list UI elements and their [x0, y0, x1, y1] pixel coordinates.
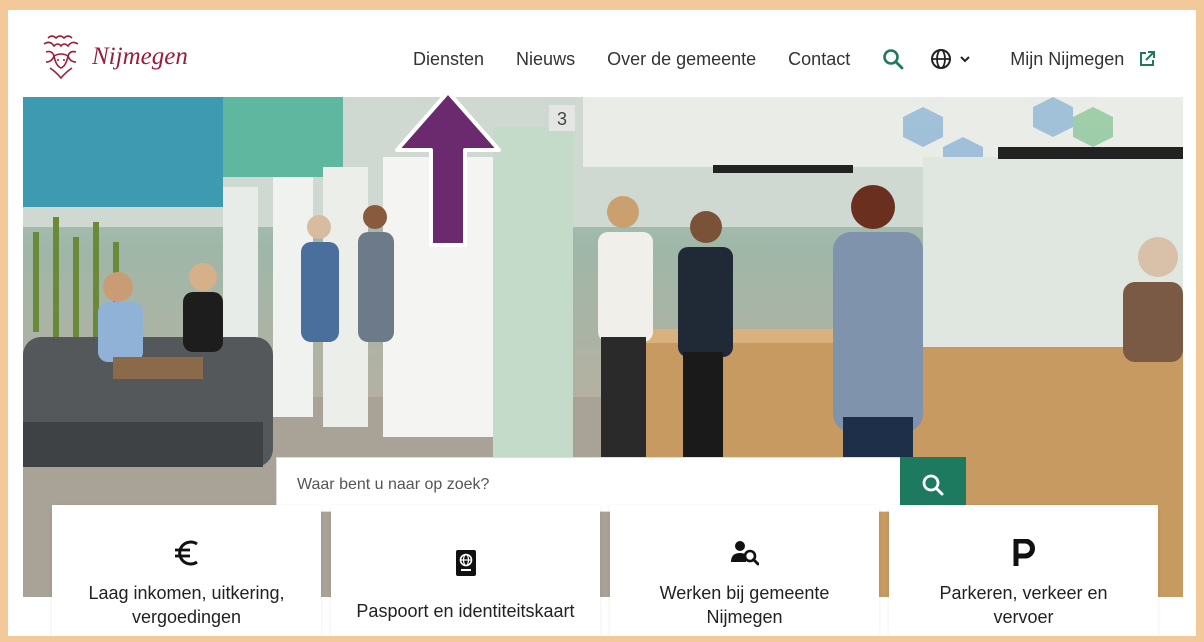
search-icon	[922, 474, 944, 495]
search-icon[interactable]	[882, 48, 904, 70]
site-header: Nijmegen Diensten Nieuws Over de gemeent…	[8, 10, 1196, 97]
chevron-down-icon	[960, 56, 970, 63]
logo-link[interactable]: Nijmegen	[38, 32, 188, 82]
nav-item-diensten[interactable]: Diensten	[413, 49, 484, 70]
parking-icon	[1013, 533, 1035, 573]
language-selector[interactable]	[930, 48, 972, 70]
card-paspoort[interactable]: Paspoort en identiteitskaart	[331, 505, 600, 636]
logo-text: Nijmegen	[92, 43, 188, 70]
card-label-line1: Werken bij gemeente	[659, 583, 830, 603]
quick-links: Laag inkomen, uitkering, vergoedingen Pa…	[52, 505, 1158, 636]
lion-logo-icon	[43, 35, 79, 80]
passport-icon	[455, 543, 477, 583]
mijn-nijmegen-label: Mijn Nijmegen	[1010, 48, 1125, 69]
card-label-line2: vervoer	[993, 607, 1054, 627]
nav-item-nieuws[interactable]: Nieuws	[516, 49, 575, 70]
main-nav: Diensten Nieuws Over de gemeente Contact	[413, 48, 1156, 70]
card-label-line1: Laag inkomen, uitkering,	[88, 583, 285, 603]
card-werken-bij[interactable]: Werken bij gemeente Nijmegen	[610, 505, 879, 636]
card-laag-inkomen[interactable]: Laag inkomen, uitkering, vergoedingen	[52, 505, 321, 636]
card-parkeren[interactable]: Parkeren, verkeer en vervoer	[889, 505, 1158, 636]
card-label-line1: Paspoort en identiteitskaart	[356, 601, 575, 621]
search-button[interactable]	[900, 457, 966, 512]
card-label-line1: Parkeren, verkeer en	[939, 583, 1108, 603]
counter-number: 3	[557, 109, 567, 129]
annotation-arrow	[395, 90, 501, 247]
globe-icon	[931, 49, 952, 69]
external-link-icon	[1140, 51, 1156, 66]
mijn-nijmegen-link[interactable]: Mijn Nijmegen	[1010, 49, 1156, 70]
page-frame: Nijmegen Diensten Nieuws Over de gemeent…	[8, 10, 1196, 636]
card-label-line2: vergoedingen	[131, 607, 242, 627]
job-search-icon	[730, 533, 759, 573]
search-input[interactable]	[276, 457, 900, 512]
euro-icon	[173, 533, 201, 573]
nav-item-over-de-gemeente[interactable]: Over de gemeente	[607, 49, 756, 70]
card-label-line2: Nijmegen	[706, 607, 783, 627]
search-form	[276, 457, 966, 512]
nav-item-contact[interactable]: Contact	[788, 49, 850, 70]
